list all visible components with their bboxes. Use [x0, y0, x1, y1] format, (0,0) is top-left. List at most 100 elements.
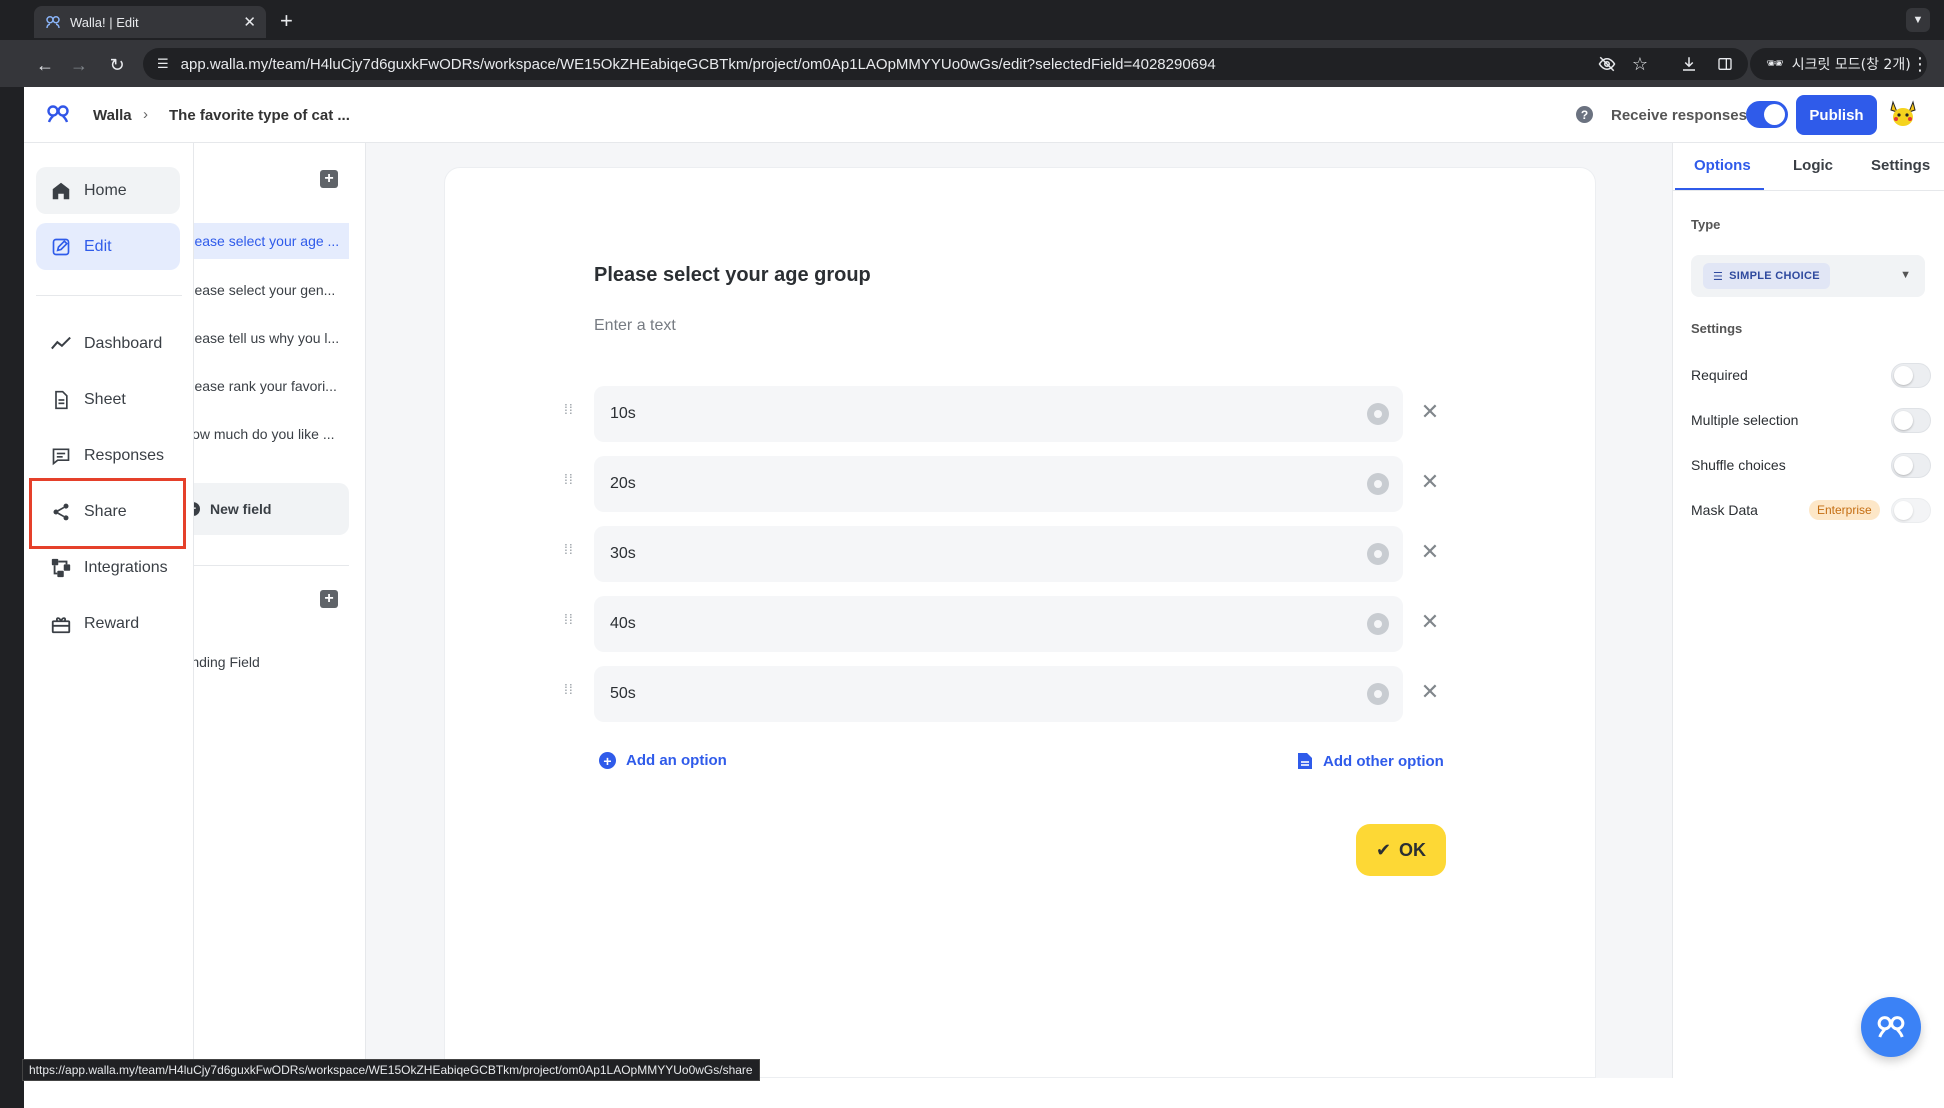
option-text: 10s — [610, 405, 636, 422]
add-ending-plus-icon[interactable]: + — [320, 590, 338, 608]
field-item-rank[interactable]: Please rank your favori... — [194, 368, 349, 404]
enterprise-badge: Enterprise — [1809, 500, 1880, 520]
bookmark-star-icon[interactable]: ☆ — [1628, 52, 1652, 76]
nav-item-edit[interactable]: Edit — [36, 223, 180, 270]
multiple-selection-toggle[interactable] — [1891, 408, 1931, 433]
nav-item-dashboard[interactable]: Dashboard — [36, 320, 180, 367]
tabs-divider — [1673, 190, 1944, 191]
field-item-how-much[interactable]: How much do you like ... — [194, 416, 349, 452]
drag-handle-icon[interactable]: ⁞⁞ — [564, 472, 576, 494]
remove-option-icon[interactable]: ✕ — [1418, 679, 1442, 704]
walla-logo-icon — [1877, 1016, 1905, 1038]
add-other-option-button[interactable]: Add other option — [1297, 752, 1444, 770]
active-tab-indicator — [1675, 188, 1764, 190]
field-item-gender[interactable]: Please select your gen... — [194, 272, 349, 308]
browser-menu-icon[interactable]: ⋮ — [1908, 52, 1932, 76]
field-item-label: Please rank your favori... — [194, 378, 337, 394]
remove-option-icon[interactable]: ✕ — [1418, 609, 1442, 634]
address-bar[interactable]: ☰ app.walla.my/team/H4luCjy7d6guxkFwODRs… — [143, 48, 1748, 80]
drag-handle-icon[interactable]: ⁞⁞ — [564, 542, 576, 564]
browser-tab[interactable]: Walla! | Edit ✕ — [34, 6, 266, 38]
type-chip: ☰ SIMPLE CHOICE — [1703, 263, 1830, 289]
setting-label: Shuffle choices — [1691, 457, 1786, 473]
home-icon — [50, 180, 72, 202]
nav-item-home[interactable]: Home — [36, 167, 180, 214]
new-field-button[interactable]: + New field — [194, 483, 349, 535]
ok-button[interactable]: ✔ OK — [1356, 824, 1446, 876]
reload-icon[interactable]: ↻ — [104, 52, 130, 78]
option-input[interactable]: 40s — [594, 596, 1403, 652]
option-row: ⁞⁞ 10s ✕ — [564, 386, 1444, 442]
breadcrumb-home[interactable]: Walla — [93, 107, 132, 124]
link-status-bar: https://app.walla.my/team/H4luCjy7d6guxk… — [22, 1059, 760, 1081]
nav-item-label: Integrations — [84, 558, 168, 576]
ending-field-item[interactable]: Ending Field — [194, 654, 260, 670]
tab-search-icon[interactable]: ▼ — [1906, 8, 1930, 32]
drag-handle-icon[interactable]: ⁞⁞ — [564, 612, 576, 634]
drag-handle-icon[interactable]: ⁞⁞ — [564, 682, 576, 704]
nav-item-reward[interactable]: Reward — [36, 600, 180, 647]
setting-shuffle-choices: Shuffle choices — [1691, 451, 1931, 479]
nav-item-label: Sheet — [84, 390, 126, 408]
remove-option-icon[interactable]: ✕ — [1418, 399, 1442, 424]
document-icon — [1298, 753, 1312, 769]
field-item-age[interactable]: Please select your age ... — [194, 223, 349, 259]
setting-label: Multiple selection — [1691, 412, 1799, 428]
option-row: ⁞⁞ 40s ✕ — [564, 596, 1444, 652]
field-type-select[interactable]: ☰ SIMPLE CHOICE ▼ — [1691, 255, 1925, 297]
help-icon[interactable]: ? — [1576, 106, 1593, 123]
option-input[interactable]: 20s — [594, 456, 1403, 512]
option-input[interactable]: 10s — [594, 386, 1403, 442]
tab-close-icon[interactable]: ✕ — [243, 13, 256, 31]
nav-item-sheet[interactable]: Sheet — [36, 376, 180, 423]
remove-option-icon[interactable]: ✕ — [1418, 539, 1442, 564]
new-tab-button[interactable]: + — [280, 8, 293, 34]
walla-favicon-icon — [46, 16, 60, 29]
back-icon[interactable]: ← — [32, 52, 58, 78]
question-title[interactable]: Please select your age group — [594, 264, 871, 287]
receive-responses-label: Receive responses — [1611, 107, 1747, 124]
shuffle-choices-toggle[interactable] — [1891, 453, 1931, 478]
incognito-icon: 🕶 — [1766, 56, 1784, 72]
side-panel-icon[interactable] — [1713, 52, 1737, 76]
tab-logic[interactable]: Logic — [1793, 157, 1833, 174]
mask-data-toggle[interactable] — [1891, 498, 1931, 523]
reward-icon — [50, 613, 72, 635]
forward-icon[interactable]: → — [66, 52, 92, 78]
browser-frame-edge — [0, 87, 24, 1108]
option-text: 20s — [610, 475, 636, 492]
receive-responses-toggle[interactable] — [1746, 101, 1788, 128]
walla-logo-icon[interactable] — [46, 104, 70, 124]
required-toggle[interactable] — [1891, 363, 1931, 388]
add-field-plus-icon[interactable]: + — [320, 170, 338, 188]
question-description-input[interactable]: Enter a text — [594, 317, 676, 335]
nav-item-integrations[interactable]: Integrations — [36, 544, 180, 591]
download-icon[interactable] — [1677, 52, 1701, 76]
drag-handle-icon[interactable]: ⁞⁞ — [564, 402, 576, 424]
incognito-indicator[interactable]: 🕶 시크릿 모드(창 2개) — [1750, 48, 1927, 80]
add-option-label: Add an option — [626, 752, 727, 769]
type-value: SIMPLE CHOICE — [1729, 270, 1820, 282]
user-avatar[interactable] — [1887, 98, 1919, 130]
field-item-why[interactable]: Please tell us why you l... — [194, 320, 349, 356]
remove-option-icon[interactable]: ✕ — [1418, 469, 1442, 494]
eye-off-icon[interactable] — [1595, 52, 1619, 76]
plus-circle-icon: + — [194, 502, 200, 516]
publish-button[interactable]: Publish — [1796, 95, 1877, 135]
tab-options[interactable]: Options — [1694, 157, 1751, 174]
sheet-icon — [50, 389, 72, 411]
chat-support-button[interactable] — [1861, 997, 1921, 1057]
site-settings-icon[interactable]: ☰ — [157, 56, 169, 72]
option-input[interactable]: 50s — [594, 666, 1403, 722]
field-item-label: Please select your gen... — [194, 282, 336, 298]
field-item-label: Please tell us why you l... — [194, 330, 340, 346]
add-option-button[interactable]: + Add an option — [599, 752, 727, 769]
nav-item-responses[interactable]: Responses — [36, 432, 180, 479]
responses-icon — [50, 445, 72, 467]
panel-divider — [194, 565, 349, 566]
setting-required: Required — [1691, 361, 1931, 389]
tab-settings[interactable]: Settings — [1871, 157, 1930, 174]
option-input[interactable]: 30s — [594, 526, 1403, 582]
breadcrumb-project-title[interactable]: The favorite type of cat ... — [169, 107, 350, 124]
nav-item-label: Dashboard — [84, 334, 163, 352]
